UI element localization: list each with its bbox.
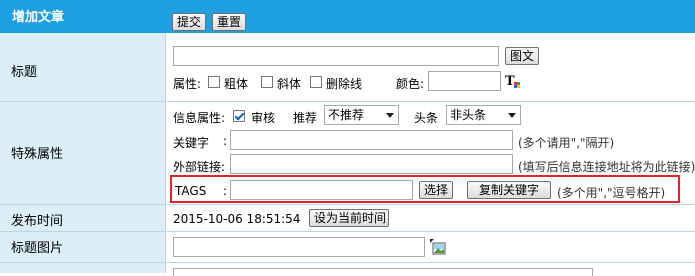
italic-checkbox[interactable] xyxy=(261,76,273,88)
title-image-label: 标题图片 xyxy=(11,241,64,256)
info-attr-label: 信息属性: xyxy=(173,111,226,125)
title-image-field-cell xyxy=(167,232,695,263)
color-input[interactable] xyxy=(428,71,501,91)
next-label-cell xyxy=(0,263,166,273)
image-picker-icon[interactable] xyxy=(430,239,446,255)
recommend-select[interactable]: 不推荐 xyxy=(324,105,399,125)
set-current-time-button[interactable]: 设为当前时间 xyxy=(309,209,389,227)
next-field-cell xyxy=(167,263,695,276)
form-title: 增加文章 xyxy=(12,10,65,25)
attributes-label: 属性: xyxy=(173,77,202,91)
title-input[interactable] xyxy=(173,46,499,66)
publish-field-cell: 2015-10-06 18:51:54 设为当前时间 xyxy=(167,205,695,232)
next-row xyxy=(0,263,695,276)
keyword-input[interactable] xyxy=(230,130,513,150)
review-label: 审核 xyxy=(251,111,276,125)
review-checkbox[interactable] xyxy=(233,110,245,122)
title-field-cell: 图文 属性: 粗体 斜体 删除线 颜色: T xyxy=(167,33,695,102)
article-form: 增加文章 提交 重置 标题 图文 属性: 粗体 斜体 删除线 颜色: T 特殊属… xyxy=(0,0,695,276)
recommend-value: 不推荐 xyxy=(328,108,365,122)
publish-time-label: 发布时间 xyxy=(11,214,64,229)
chevron-down-icon xyxy=(386,113,394,118)
publish-time-value[interactable]: 2015-10-06 18:51:54 xyxy=(173,212,300,226)
reset-button[interactable]: 重置 xyxy=(212,13,247,31)
svg-text:T: T xyxy=(505,74,515,89)
strike-checkbox[interactable] xyxy=(310,76,322,88)
headline-value: 非头条 xyxy=(450,108,487,122)
bold-checkbox[interactable] xyxy=(208,76,220,88)
title-label: 标题 xyxy=(11,65,38,80)
header-label-cell: 增加文章 xyxy=(0,0,166,33)
keyword-colon: : xyxy=(223,134,228,148)
headline-label: 头条 xyxy=(414,111,439,125)
title-row: 标题 图文 属性: 粗体 斜体 删除线 颜色: T xyxy=(0,33,695,102)
special-attributes-label: 特殊属性 xyxy=(11,147,64,162)
external-link-hint: (填写后信息连接地址将为此链接) xyxy=(518,160,695,174)
title-image-row: 标题图片 xyxy=(0,232,695,263)
publish-time-row: 发布时间 2015-10-06 18:51:54 设为当前时间 xyxy=(0,205,695,232)
tags-highlight-box xyxy=(170,175,680,203)
keyword-hint: (多个请用","隔开) xyxy=(518,136,615,150)
title-image-input[interactable] xyxy=(173,237,425,257)
bold-label: 粗体 xyxy=(224,77,249,91)
publish-label-cell: 发布时间 xyxy=(0,205,166,232)
special-label-cell: 特殊属性 xyxy=(0,102,166,205)
title-image-label-cell: 标题图片 xyxy=(0,232,166,263)
external-link-label: 外部链接: xyxy=(173,160,226,174)
strike-label: 删除线 xyxy=(326,77,363,91)
recommend-label: 推荐 xyxy=(293,111,318,125)
submit-button[interactable]: 提交 xyxy=(172,13,207,31)
keyword-label: 关键字 xyxy=(173,136,210,150)
form-header: 增加文章 提交 重置 xyxy=(0,0,695,33)
title-label-cell: 标题 xyxy=(0,33,166,102)
color-label: 颜色: xyxy=(396,77,425,91)
italic-label: 斜体 xyxy=(277,77,302,91)
headline-select[interactable]: 非头条 xyxy=(446,105,521,125)
image-text-button[interactable]: 图文 xyxy=(505,47,540,65)
external-link-input[interactable] xyxy=(230,154,513,174)
chevron-down-icon xyxy=(508,113,516,118)
color-picker-icon[interactable]: T xyxy=(505,73,521,89)
next-input[interactable] xyxy=(173,268,593,276)
header-actions-cell: 提交 重置 xyxy=(167,0,695,33)
